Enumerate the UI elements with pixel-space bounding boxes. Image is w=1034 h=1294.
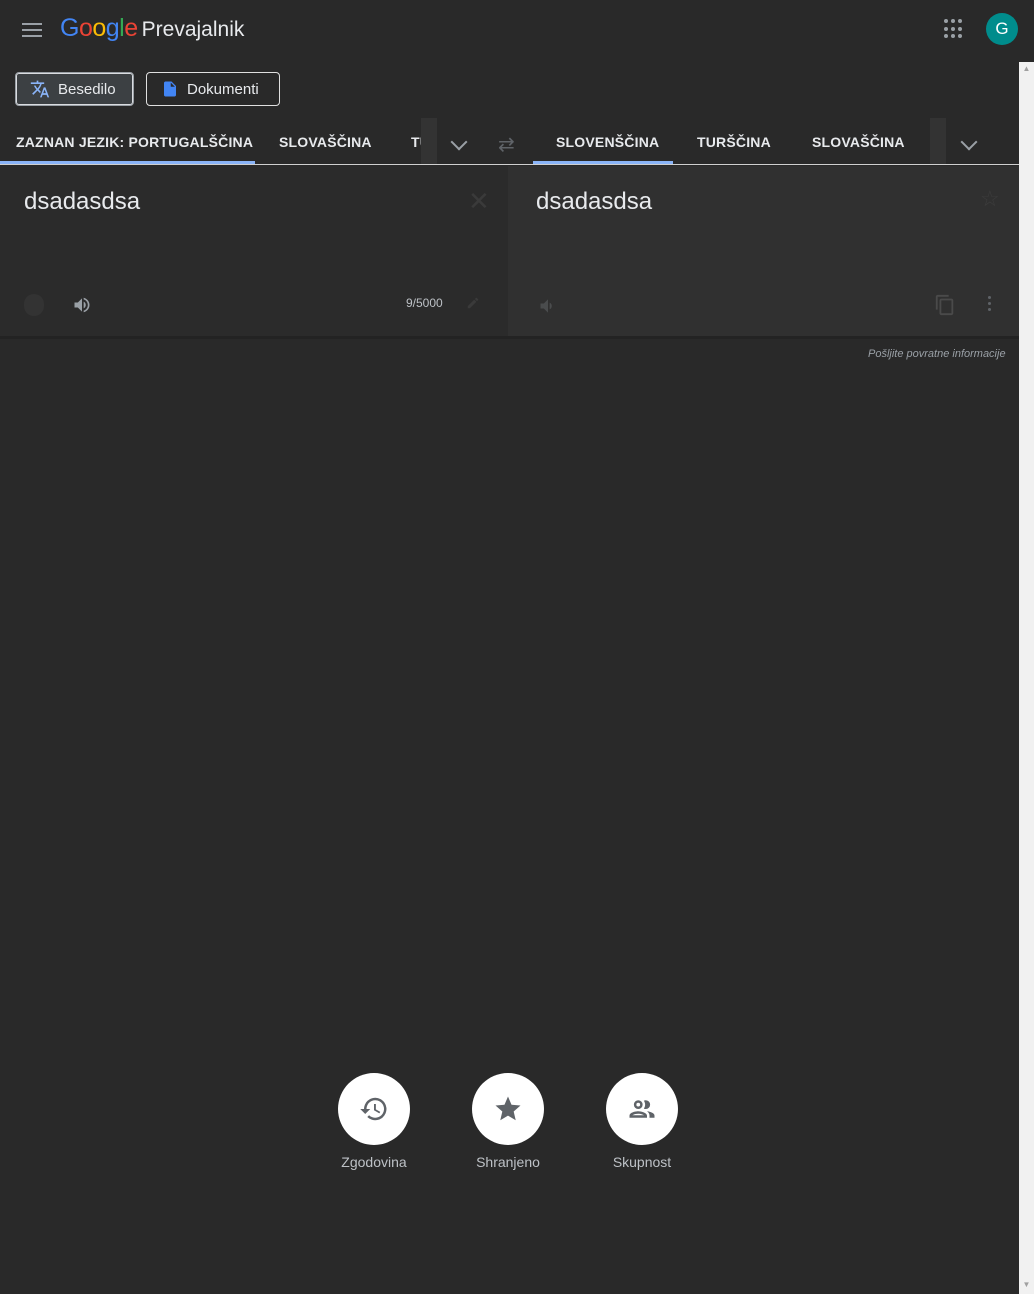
star-icon bbox=[495, 1096, 521, 1121]
document-icon bbox=[164, 81, 176, 97]
character-counter: 9/5000 bbox=[406, 296, 443, 310]
source-lang-dropdown-icon[interactable] bbox=[450, 133, 468, 151]
scroll-down-icon[interactable]: ▼ bbox=[1019, 1278, 1034, 1292]
community-icon bbox=[629, 1100, 655, 1118]
listen-translation-icon[interactable] bbox=[538, 296, 558, 316]
target-lang-selected[interactable]: SLOVENŠČINA bbox=[556, 134, 659, 150]
clear-source-icon[interactable]: ✕ bbox=[468, 186, 490, 217]
scroll-up-icon[interactable]: ▲ bbox=[1019, 62, 1034, 76]
copy-translation-icon[interactable] bbox=[934, 294, 956, 316]
google-translate-logo[interactable]: Google Prevajalnik bbox=[60, 14, 244, 43]
source-lang-option[interactable]: SLOVAŠČINA bbox=[279, 134, 372, 150]
translation-output: dsadasdsa bbox=[536, 188, 653, 215]
lang-fade bbox=[421, 118, 437, 164]
google-apps-icon[interactable] bbox=[944, 19, 964, 39]
text-mode-button[interactable]: Besedilo bbox=[15, 72, 134, 106]
source-lang-detected[interactable]: ZAZNAN JEZIK: PORTUGALŠČINA bbox=[16, 134, 253, 150]
documents-mode-label: Dokumenti bbox=[187, 80, 259, 98]
saved-button[interactable] bbox=[472, 1073, 544, 1145]
more-options-icon[interactable] bbox=[988, 296, 992, 314]
community-label: Skupnost bbox=[612, 1154, 672, 1170]
saved-label: Shranjeno bbox=[476, 1154, 540, 1170]
scrollbar[interactable] bbox=[1019, 62, 1034, 1294]
panel-shadow bbox=[0, 336, 1019, 339]
community-button[interactable] bbox=[606, 1073, 678, 1145]
source-text-input[interactable]: dsadasdsa bbox=[24, 188, 140, 216]
star-translation-icon[interactable]: ☆ bbox=[980, 186, 1000, 212]
target-lang-option[interactable]: TURŠČINA bbox=[697, 134, 771, 150]
target-lang-dropdown-icon[interactable] bbox=[960, 133, 978, 151]
swap-languages-icon[interactable]: ⇄ bbox=[498, 132, 515, 157]
lang-bar-divider bbox=[0, 164, 1019, 165]
target-lang-option[interactable]: SLOVAŠČINA bbox=[812, 134, 905, 150]
microphone-icon[interactable] bbox=[24, 294, 44, 316]
history-label: Zgodovina bbox=[341, 1154, 407, 1170]
handwriting-icon[interactable] bbox=[466, 296, 480, 310]
text-mode-label: Besedilo bbox=[58, 80, 116, 98]
documents-mode-button[interactable]: Dokumenti bbox=[146, 72, 280, 106]
history-button[interactable] bbox=[338, 1073, 410, 1145]
lang-fade bbox=[930, 118, 946, 164]
send-feedback-link[interactable]: Pošljite povratne informacije bbox=[868, 348, 1006, 360]
product-name: Prevajalnik bbox=[141, 18, 245, 41]
main-menu-icon[interactable] bbox=[22, 20, 42, 38]
account-avatar[interactable]: G bbox=[986, 13, 1018, 45]
history-icon bbox=[360, 1097, 387, 1121]
listen-source-icon[interactable] bbox=[72, 295, 92, 315]
translate-icon bbox=[30, 80, 50, 98]
